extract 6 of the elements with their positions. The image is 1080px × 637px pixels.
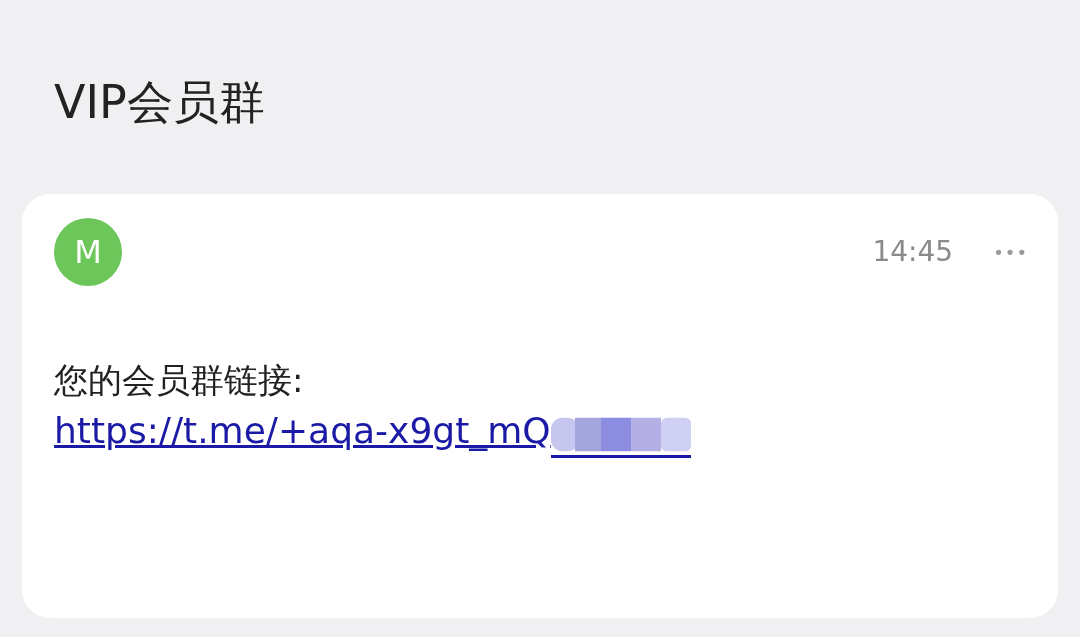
- page-title: VIP会员群: [53, 74, 266, 131]
- message-time: 14:45: [872, 234, 954, 270]
- group-link[interactable]: https://t.me/+aqa-x9gt_mQ: [54, 404, 551, 458]
- avatar[interactable]: M: [54, 218, 122, 286]
- more-button[interactable]: •••: [993, 238, 1028, 266]
- message-text: 您的会员群链接:: [54, 359, 305, 402]
